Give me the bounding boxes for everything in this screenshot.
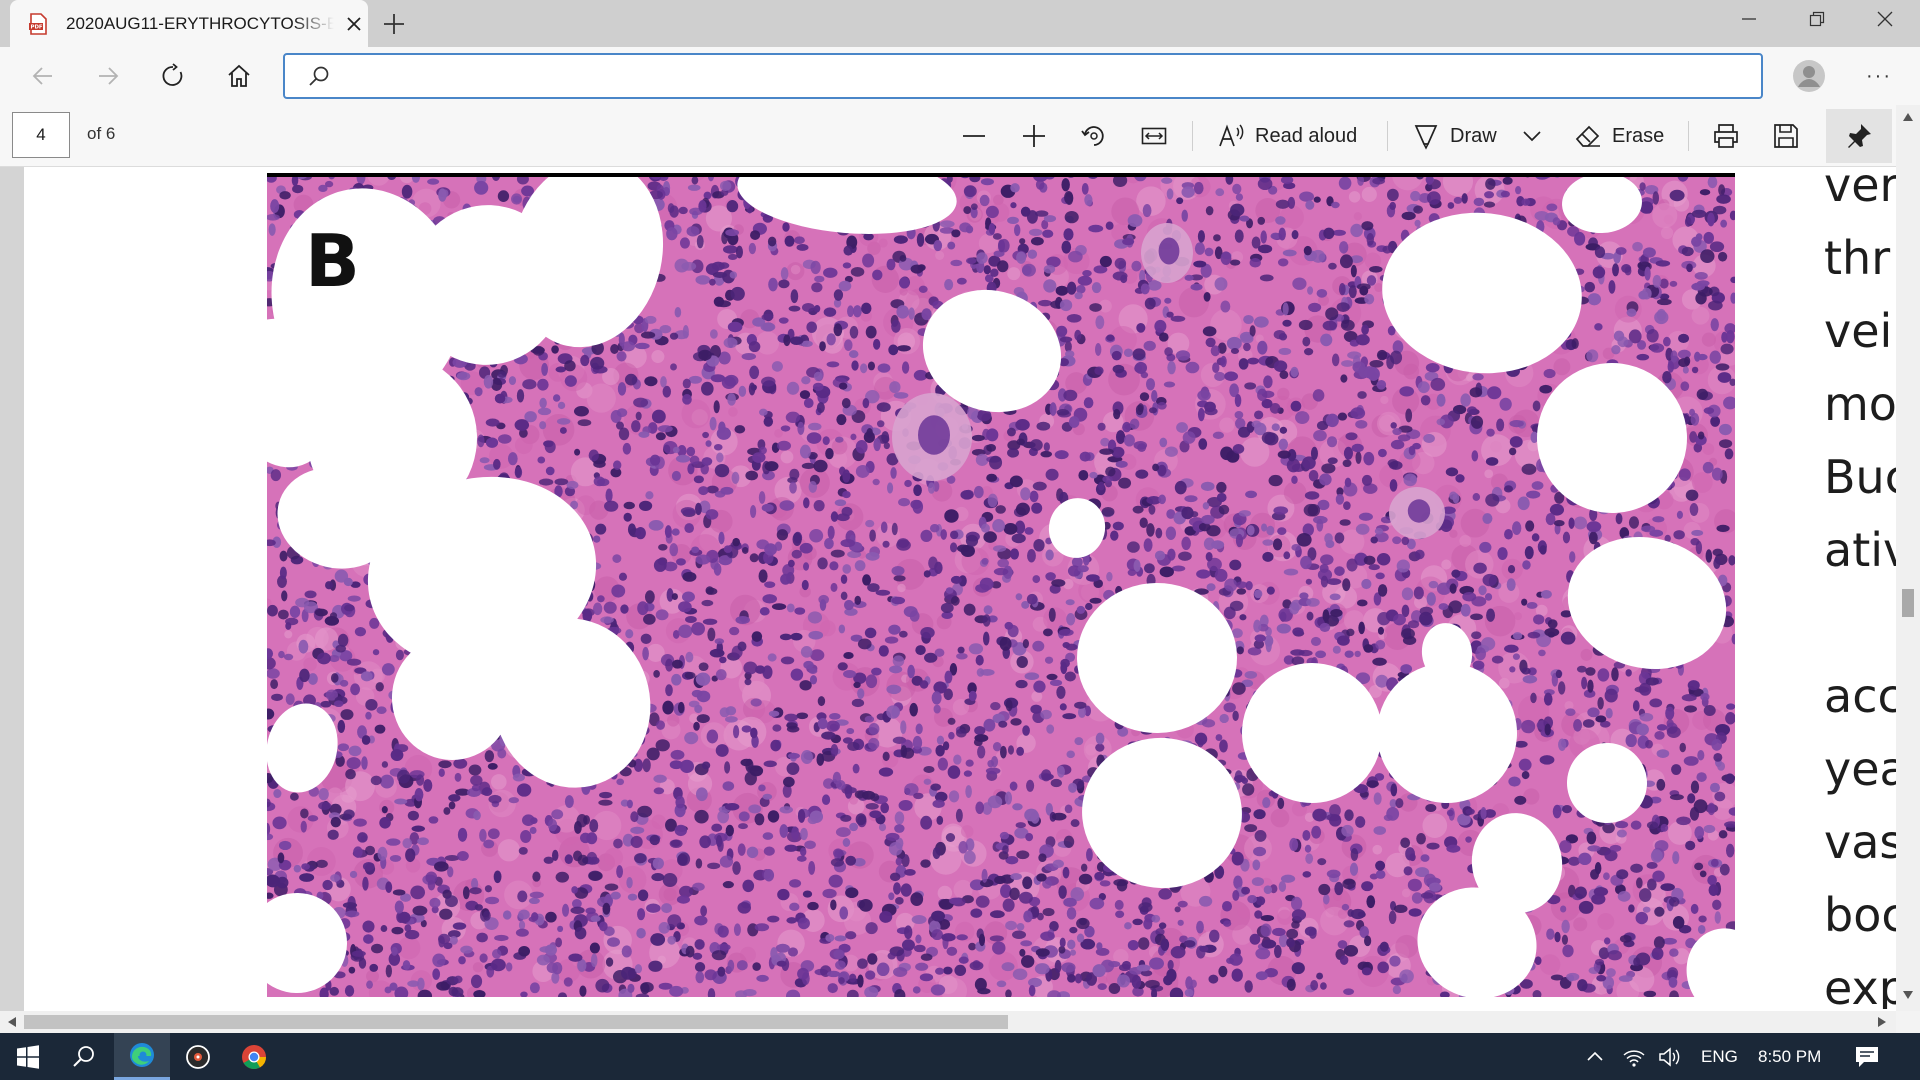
forward-arrow-icon [99,67,119,85]
profile-avatar-icon[interactable] [1792,59,1826,93]
new-tab-icon[interactable] [380,10,408,38]
speaker-icon [1659,1046,1680,1067]
taskbar-search-button[interactable] [56,1033,112,1080]
language-label: ENG [1701,1046,1738,1066]
clock-time: 8:50 PM [1758,1046,1822,1066]
minimize-icon [1742,18,1756,20]
refresh-icon [162,63,183,86]
restore-icon [1809,11,1825,27]
pdf-viewport[interactable]: B ver thr vei mo Buc ativ acc yea vas boc exp [0,167,1920,1011]
svg-text:PDF: PDF [31,25,43,31]
horizontal-scrollbar[interactable] [0,1011,1896,1033]
print-icon [1714,124,1738,148]
address-bar[interactable] [283,53,1763,99]
toolbar-separator [1192,121,1193,151]
address-input[interactable] [345,61,1745,91]
refresh-button[interactable] [158,61,188,91]
pdf-page: B ver thr vei mo Buc ativ acc yea vas boc exp [24,167,1910,1011]
more-options-button[interactable]: ··· [1862,59,1896,93]
horizontal-scroll-thumb[interactable] [24,1015,1008,1029]
erase-label: Erase [1612,124,1665,147]
windows-taskbar: ENG 8:50 PM [0,1033,1920,1080]
print-button[interactable] [1712,119,1740,153]
browser-tab[interactable]: PDF 2020AUG11-ERYTHROCYTOSIS-E [10,0,368,47]
toolbar-separator [1387,121,1388,151]
pdf-file-icon: PDF [29,13,47,35]
histology-figure: B [267,173,1735,997]
plus-icon [1023,125,1045,147]
notification-icon [1856,1046,1878,1067]
media-player-icon [186,1044,210,1069]
read-aloud-label: Read aloud [1255,124,1358,147]
wifi-icon [1623,1050,1645,1067]
fit-width-icon [1141,127,1167,145]
chevron-down-icon [1523,131,1541,142]
histology-micrograph [267,173,1735,997]
minimize-button[interactable] [1726,4,1772,34]
network-status-button[interactable] [1622,1033,1646,1080]
close-window-button[interactable] [1862,4,1908,34]
navigation-bar: ··· [0,47,1920,105]
restore-button[interactable] [1794,4,1840,34]
eraser-icon [1575,125,1600,147]
save-icon [1774,124,1798,148]
search-icon [73,1045,94,1067]
tab-strip: PDF 2020AUG11-ERYTHROCYTOSIS-E [0,0,1920,47]
clock[interactable]: 8:50 PM [1758,1033,1821,1080]
zoom-out-button[interactable] [960,119,988,153]
close-icon [1877,11,1893,27]
back-button[interactable] [28,61,58,91]
figure-panel-label: B [305,219,360,303]
draw-pen-icon [1414,125,1438,150]
edge-icon [130,1043,154,1067]
toolbar-separator [1688,121,1689,151]
home-icon [228,64,250,87]
rotate-icon [1081,126,1104,146]
figure-top-rule [267,173,1735,177]
scroll-left-arrow-icon[interactable] [8,1017,16,1027]
action-center-button[interactable] [1854,1033,1880,1080]
volume-button[interactable] [1658,1033,1682,1080]
fit-to-width-button[interactable] [1140,119,1168,153]
draw-options-dropdown[interactable] [1520,119,1544,153]
forward-button[interactable] [93,61,123,91]
scroll-up-arrow-icon[interactable] [1903,113,1913,121]
chrome-icon [242,1044,266,1069]
input-language-indicator[interactable]: ENG [1701,1033,1738,1080]
pin-icon [1848,124,1871,148]
read-aloud-button[interactable]: Read aloud [1217,119,1357,153]
back-arrow-icon [32,67,52,85]
show-hidden-icons-button[interactable] [1585,1033,1605,1080]
taskbar-media-player-button[interactable] [170,1033,226,1080]
vertical-scroll-thumb[interactable] [1902,589,1914,617]
home-button[interactable] [224,61,254,91]
minus-icon [963,135,985,137]
draw-label: Draw [1450,124,1497,147]
close-tab-icon[interactable] [342,12,366,36]
pin-toolbar-button[interactable] [1826,109,1892,163]
windows-start-icon [17,1044,39,1069]
taskbar-chrome-button[interactable] [226,1033,282,1080]
chevron-up-icon [1587,1051,1603,1061]
draw-button[interactable]: Draw [1412,119,1497,153]
vertical-scrollbar[interactable] [1896,105,1920,1011]
taskbar-edge-button[interactable] [114,1033,170,1080]
zoom-in-button[interactable] [1020,119,1048,153]
start-button[interactable] [0,1033,56,1080]
read-aloud-icon [1219,124,1244,147]
page-count: of 6 [87,124,116,143]
pdf-toolbar: 4 of 6 Read aloud Draw Erase [0,105,1920,167]
scroll-down-arrow-icon[interactable] [1903,991,1913,999]
scroll-right-arrow-icon[interactable] [1878,1017,1886,1027]
rotate-button[interactable] [1080,119,1108,153]
tab-title: 2020AUG11-ERYTHROCYTOSIS-E [66,14,334,33]
save-button[interactable] [1772,119,1800,153]
page-number-input[interactable]: 4 [12,112,70,158]
search-icon [309,66,329,86]
erase-button[interactable]: Erase [1574,119,1664,153]
more-dots-icon: ··· [1866,64,1892,87]
